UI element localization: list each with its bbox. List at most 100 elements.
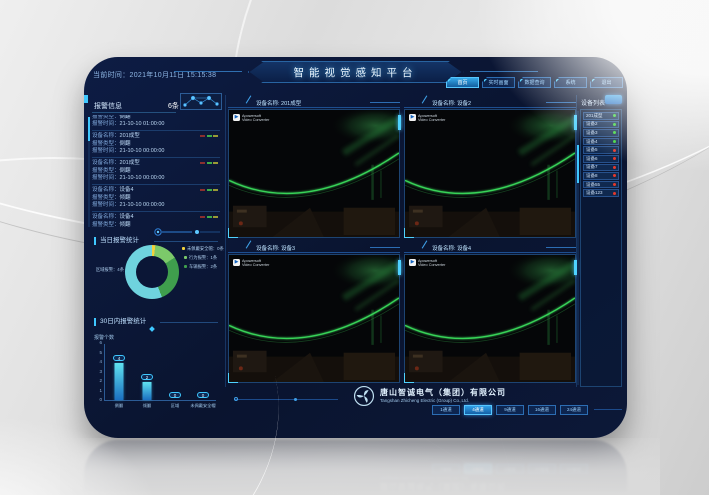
channel-button-16[interactable]: 16通道	[528, 405, 556, 415]
device-list-action-button[interactable]	[605, 95, 622, 104]
channel-button-4[interactable]: 4通道	[464, 405, 492, 415]
alarm-card[interactable]: 设备名称：201成型 报警类型：倒翻 报警时间：21-10-10 00:00:0…	[92, 158, 220, 185]
bar-value-badge: 4	[113, 355, 125, 361]
status-dot	[613, 192, 616, 195]
video-feed[interactable]: ▶ ApowersoftVideo Converter	[404, 109, 576, 238]
bar	[143, 382, 152, 400]
device-list-item[interactable]: 设备5	[583, 146, 619, 154]
device-list-title: 设备列表	[581, 98, 605, 107]
circuit-decoration	[152, 225, 222, 239]
nav-button-data-query[interactable]: 数据查询	[518, 77, 551, 88]
divider	[160, 322, 218, 323]
nav-button-system[interactable]: 系统	[554, 77, 587, 88]
today-stats-title: 当日报警统计	[94, 237, 139, 245]
channel-button-9[interactable]: 9通道	[496, 405, 524, 415]
diamond-decoration	[149, 326, 155, 332]
bar-category-label: 区域	[161, 403, 189, 409]
device-list-item[interactable]: 201成型	[583, 112, 619, 120]
status-dot	[613, 166, 616, 169]
video-panel-header: 设备名称: 设备4	[404, 242, 576, 253]
corner-accent	[84, 95, 88, 103]
device-list-item[interactable]: 设备123	[583, 189, 619, 197]
monitor-reflection: 唐山智诚电气（集团）有限公司 Tangshan Zhicheng Electri…	[84, 440, 627, 492]
alarm-scrollbar-thumb[interactable]	[88, 117, 90, 141]
y-tick: 4	[99, 359, 102, 364]
device-list: 201成型 设备2 设备3 设备4 设备5 设备6 设备7 设备8 设备55 设…	[580, 109, 622, 387]
network-nodes-icon	[180, 93, 222, 110]
channel-switcher: 1通道 4通道 9通道 16通道 24通道	[432, 405, 588, 415]
bar-group: 4 倒翻	[105, 344, 133, 400]
scene-background: 当前时间：2021年10月11日 15:15:38 智能视觉感知平台 首页 实时…	[0, 0, 709, 495]
video-panel-2: 设备名称: 设备2	[404, 97, 576, 238]
device-list-item[interactable]: 设备3	[583, 129, 619, 137]
title-wing-left	[174, 71, 242, 72]
nav-button-exit[interactable]: 退出	[590, 77, 623, 88]
donut-label: 车辆报警：2条	[184, 264, 217, 270]
top-nav: 首页 实时画面 数据查询 系统 退出	[446, 77, 623, 88]
apowersoft-logo-icon: ▶	[409, 259, 416, 266]
month-alarm-bar-chart: 0 1 2 3 4 5 6 4 倒翻 2 倾翻 0 区域	[104, 344, 216, 401]
donut-label: 未佩戴安全帽：0条	[182, 246, 224, 252]
slash-decoration	[422, 95, 428, 103]
status-dot	[613, 157, 616, 160]
bar-group: 0 区域	[161, 344, 189, 400]
watermark: ▶ ApowersoftVideo Converter	[233, 259, 269, 268]
bar-group: 0 未佩戴安全帽	[189, 344, 217, 400]
video-feed[interactable]: ▶ ApowersoftVideo Converter	[228, 254, 400, 383]
status-dot	[613, 140, 616, 143]
watermark-text: ApowersoftVideo Converter	[418, 259, 445, 268]
video-panel-4: 设备名称: 设备4	[404, 242, 576, 383]
panel-divider	[225, 95, 226, 387]
divider	[92, 112, 176, 113]
device-list-item[interactable]: 设备55	[583, 181, 619, 189]
page-title-frame: 智能视觉感知平台	[250, 62, 462, 82]
video-device-label: 设备名称: 设备4	[432, 244, 471, 252]
status-dot	[613, 149, 616, 152]
bar-chart-ylabel: 报警个数	[94, 334, 114, 341]
video-feed[interactable]: ▶ ApowersoftVideo Converter	[228, 109, 400, 238]
status-dot	[613, 183, 616, 186]
device-list-item[interactable]: 设备6	[583, 155, 619, 163]
bar-category-label: 未佩戴安全帽	[189, 403, 217, 409]
bar	[115, 363, 124, 400]
page-title: 智能视觉感知平台	[294, 65, 418, 80]
alarm-panel-title: 报警信息	[94, 101, 122, 111]
video-device-label: 设备名称: 201成型	[256, 99, 301, 107]
y-tick: 5	[99, 350, 102, 355]
y-tick: 3	[99, 369, 102, 374]
device-list-item[interactable]: 设备2	[583, 121, 619, 129]
video-feed[interactable]: ▶ ApowersoftVideo Converter	[404, 254, 576, 383]
alarm-count-badge: 6条	[168, 101, 179, 111]
alarm-card[interactable]: 设备名称：201成型 报警类型：倒翻 报警时间：21-10-10 01:00:0…	[92, 115, 220, 131]
apowersoft-logo-icon: ▶	[233, 259, 240, 266]
video-panel-1: 设备名称: 201成型	[228, 97, 400, 238]
device-list-item[interactable]: 设备7	[583, 164, 619, 172]
month-stats-title: 30日内报警统计	[94, 318, 146, 326]
video-panel-header: 设备名称: 设备3	[228, 242, 400, 253]
video-device-label: 设备名称: 设备3	[256, 244, 295, 252]
alarm-card[interactable]: 设备名称：201成型 报警类型：倒翻 报警时间：21-10-10 00:00:0…	[92, 131, 220, 158]
channel-button-24[interactable]: 24通道	[560, 405, 588, 415]
video-grid: 设备名称: 201成型	[228, 97, 576, 383]
bar-value-badge: 0	[169, 392, 181, 398]
watermark-text: ApowersoftVideo Converter	[418, 114, 445, 123]
status-dot	[613, 123, 616, 126]
alarm-card[interactable]: 设备名称：设备4 报警类型：倾翻 报警时间：21-10-10 00:00:00	[92, 185, 220, 212]
footer-node-decoration	[234, 397, 238, 401]
device-list-item[interactable]: 设备8	[583, 172, 619, 180]
nav-button-live-view[interactable]: 实时画面	[482, 77, 515, 88]
apowersoft-logo-icon: ▶	[233, 114, 240, 121]
alarm-list: 设备名称：201成型 报警类型：倒翻 报警时间：21-10-10 01:00:0…	[92, 115, 220, 227]
bar-group: 2 倾翻	[133, 344, 161, 400]
watermark: ▶ ApowersoftVideo Converter	[409, 114, 445, 123]
y-tick: 2	[99, 378, 102, 383]
watermark: ▶ ApowersoftVideo Converter	[409, 259, 445, 268]
device-list-item[interactable]: 设备4	[583, 138, 619, 146]
bar-value-badge: 0	[197, 392, 209, 398]
device-scrollbar-thumb[interactable]	[577, 145, 579, 183]
slash-decoration	[246, 95, 252, 103]
channel-button-1[interactable]: 1通道	[432, 405, 460, 415]
watermark-text: ApowersoftVideo Converter	[242, 259, 269, 268]
video-panel-header: 设备名称: 设备2	[404, 97, 576, 108]
nav-button-home[interactable]: 首页	[446, 77, 479, 88]
